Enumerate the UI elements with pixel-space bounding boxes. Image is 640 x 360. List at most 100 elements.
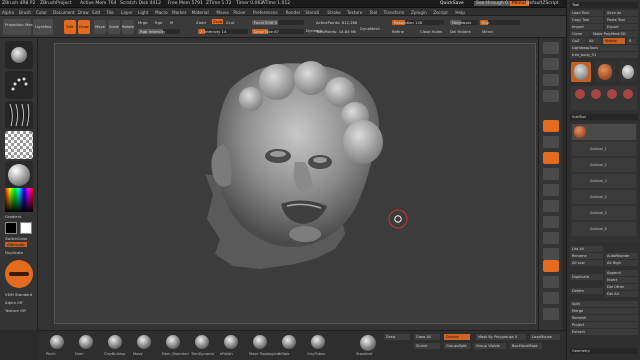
gradient-button[interactable]: Gradient xyxy=(5,214,22,219)
vdm-brush-thumbnail[interactable] xyxy=(5,260,33,288)
local-button[interactable] xyxy=(543,152,559,164)
subtool-item[interactable]: Subtool_1 xyxy=(572,142,636,156)
lazy-mouse-button[interactable]: LazyMouse xyxy=(530,334,560,340)
menu-item-file[interactable]: File xyxy=(107,10,114,15)
projection-master-button[interactable]: Projection Master xyxy=(3,19,38,35)
active-tool-thumbnail[interactable] xyxy=(571,62,591,82)
backface-mask-button[interactable]: BackfaceMask xyxy=(510,343,542,349)
menu-item-macro[interactable]: Macro xyxy=(155,10,168,15)
menu-item-tool[interactable]: Tool xyxy=(369,10,377,15)
menu-item-render[interactable]: Render xyxy=(286,10,301,15)
groups-split-button[interactable]: GroupsSplit xyxy=(444,343,470,349)
brush-claytubes-icon[interactable] xyxy=(311,335,325,349)
brush-pinch-icon[interactable] xyxy=(50,335,64,349)
zcut-button[interactable]: Zcut xyxy=(226,20,235,25)
del-hidden-button[interactable]: Del Hidden xyxy=(450,29,471,34)
insert-button[interactable]: Insert xyxy=(605,277,638,283)
menu-item-zplugin[interactable]: Zplugin xyxy=(411,10,427,15)
brush-inflate-icon[interactable] xyxy=(282,335,296,349)
neighbors-slider[interactable]: Neighbors xyxy=(450,20,478,25)
lightbox-tools-button[interactable]: Lightbox▸Tools xyxy=(570,45,638,51)
duplicate-button[interactable]: Duplicate xyxy=(5,250,23,255)
rename-button[interactable]: Rename xyxy=(570,253,603,259)
delete-button[interactable]: Delete xyxy=(570,288,603,294)
menu-item-light[interactable]: Light xyxy=(138,10,148,15)
xpose-button[interactable] xyxy=(543,308,559,320)
save-as-button[interactable]: Save As xyxy=(605,10,638,16)
menu-item-picker[interactable]: Picker xyxy=(233,10,245,15)
group-visible-button[interactable]: Group Visible xyxy=(474,343,506,349)
solo-button[interactable] xyxy=(543,292,559,304)
subtool-item[interactable]: Subtool_2 xyxy=(572,158,636,172)
tool-thumbnail-2[interactable] xyxy=(595,62,615,82)
menu-item-marker[interactable]: Marker xyxy=(172,10,186,15)
extract-button[interactable]: Extract xyxy=(570,329,638,335)
del-all-button[interactable]: Del All xyxy=(605,291,638,297)
switch-color-button[interactable]: SwitchColor xyxy=(5,236,27,241)
menu-item-preferences[interactable]: Preferences xyxy=(253,10,278,15)
tool-grid-item-2[interactable] xyxy=(591,89,601,99)
menu-item-color[interactable]: Color xyxy=(36,10,47,15)
subtool-item[interactable]: Subtool_3 xyxy=(572,174,636,188)
goz-button[interactable]: GoZ xyxy=(570,38,586,44)
brush-thumbnail[interactable] xyxy=(5,41,33,69)
subtool-item[interactable]: Subtool_5 xyxy=(572,206,636,220)
duplicate-subtool-button[interactable]: Duplicate xyxy=(570,274,603,280)
tool-grid-item-4[interactable] xyxy=(623,89,633,99)
zoom3d-button[interactable] xyxy=(543,232,559,244)
menu-item-edit[interactable]: Edit xyxy=(92,10,100,15)
bpr-button[interactable] xyxy=(543,42,559,54)
brush-move-icon[interactable] xyxy=(137,335,151,349)
lsym-button[interactable] xyxy=(543,168,559,180)
current-tool-name[interactable]: tree_body_51 xyxy=(570,52,638,58)
menu-item-alpha[interactable]: Alpha xyxy=(2,10,14,15)
all-high-button[interactable]: All High xyxy=(605,260,638,266)
menu-item-layer[interactable]: Layer xyxy=(121,10,133,15)
zoom-button[interactable] xyxy=(543,90,559,102)
clone-button[interactable]: Clone xyxy=(570,31,590,37)
refine-button[interactable]: Refine xyxy=(392,29,404,34)
merge-button[interactable]: Merge xyxy=(570,308,638,314)
subtool-item[interactable]: Subtool_6 xyxy=(572,222,636,236)
brush-move-topological-icon[interactable] xyxy=(253,335,267,349)
menu-item-help[interactable]: Help xyxy=(455,10,465,15)
auto-reorder-button[interactable]: AutoReorder xyxy=(605,253,638,259)
brush-trimdynamic-icon[interactable] xyxy=(195,335,209,349)
texture-thumbnail[interactable] xyxy=(5,131,33,159)
copy-tool-button[interactable]: Copy Tool xyxy=(570,17,603,23)
geometry-header[interactable]: Geometry xyxy=(570,348,638,354)
split-button[interactable]: Split xyxy=(570,301,638,307)
double-button[interactable]: Double xyxy=(444,334,470,340)
draw-size-slider[interactable]: Draw Size 67 xyxy=(252,29,304,34)
import-button[interactable]: Import xyxy=(570,24,603,30)
standard-brush-icon[interactable] xyxy=(360,335,376,351)
export-button[interactable]: Export xyxy=(605,24,638,30)
all-low-button[interactable]: All Low xyxy=(570,260,603,266)
move-view-button[interactable] xyxy=(543,216,559,228)
rotate-button[interactable]: Rotate xyxy=(122,20,134,34)
tool-thumbnail-3[interactable] xyxy=(619,62,637,82)
subtool-item[interactable]: Subtool_4 xyxy=(572,190,636,204)
grow-all-button[interactable]: Grow All xyxy=(414,334,440,340)
close-holes-button[interactable]: Close Holes xyxy=(420,29,442,34)
paste-tool-button[interactable]: Paste Tool xyxy=(605,17,638,23)
del-other-button[interactable]: Del Other xyxy=(605,284,638,290)
shrink-button[interactable]: Shrink xyxy=(414,343,440,349)
floor-button[interactable] xyxy=(543,136,559,148)
menu-item-zscript[interactable]: Zscript xyxy=(433,10,448,15)
visible-button[interactable]: Visible xyxy=(603,38,625,44)
see-through-slider[interactable]: See-through 0 xyxy=(474,1,510,6)
draw-button[interactable]: Draw xyxy=(78,20,90,34)
menu-item-document[interactable]: Document xyxy=(53,10,75,15)
rgb-intensity-slider[interactable]: Rgb Intensity xyxy=(138,29,180,34)
material-thumbnail[interactable] xyxy=(5,161,33,189)
subtool-item-active[interactable] xyxy=(572,124,636,140)
remesh-button[interactable]: Remesh xyxy=(570,315,638,321)
main-color-swatch[interactable] xyxy=(5,222,17,234)
scale-button[interactable]: Scale xyxy=(108,20,120,34)
zadd-button[interactable]: Zadd xyxy=(196,20,206,25)
mrgb-button[interactable]: Mrgb xyxy=(138,20,148,25)
menu-item-stroke[interactable]: Stroke xyxy=(327,10,340,15)
move-button[interactable]: Move xyxy=(94,20,106,34)
edit-button[interactable]: Edit xyxy=(64,20,76,34)
